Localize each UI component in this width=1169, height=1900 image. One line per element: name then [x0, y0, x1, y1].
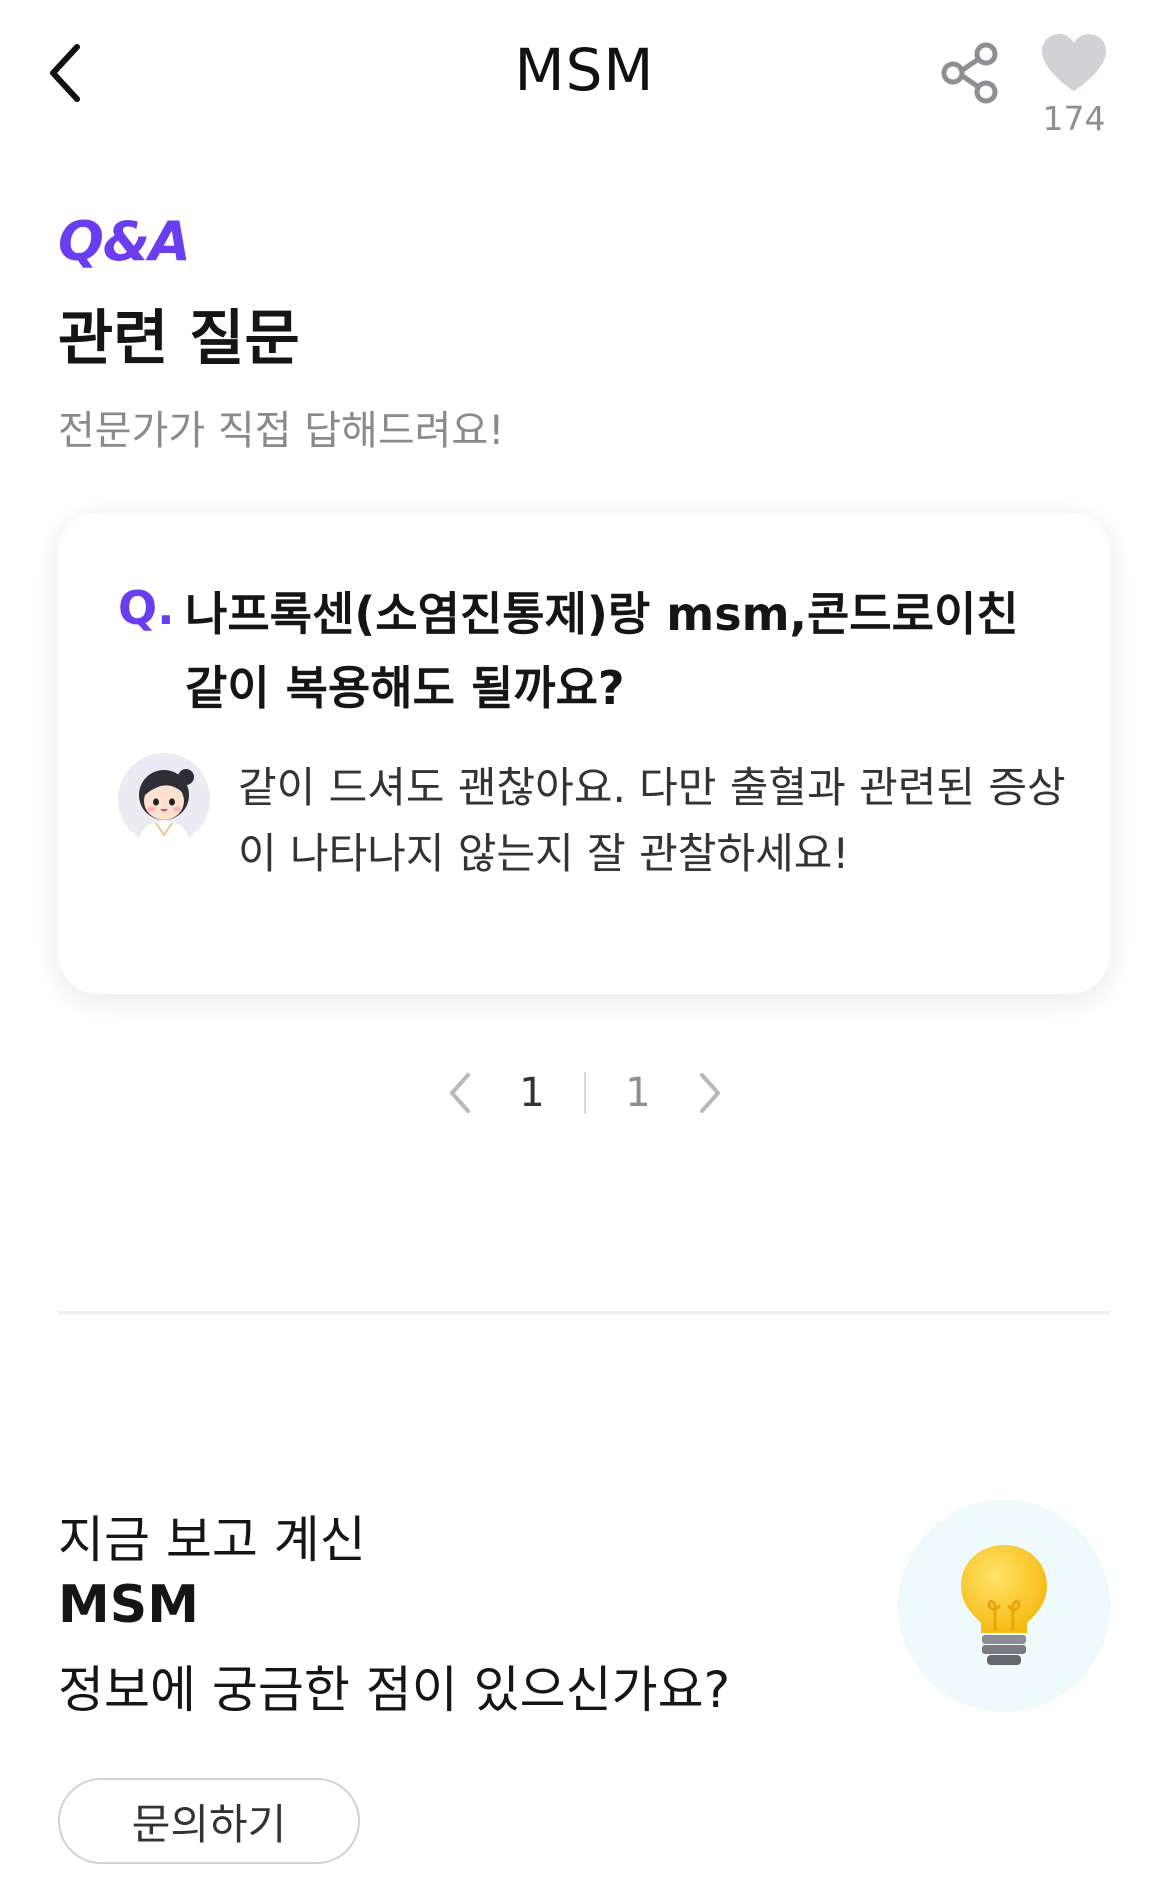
- expert-avatar: [118, 753, 210, 845]
- inquiry-button[interactable]: 문의하기: [58, 1778, 360, 1864]
- question-text: 나프록센(소염진통제)랑 msm,콘드로이친 같이 복용해도 될까요?: [185, 587, 1019, 715]
- pagination: 1 1: [440, 1063, 730, 1123]
- pager-next-button[interactable]: [690, 1063, 730, 1123]
- lightbulb-badge: [898, 1500, 1110, 1712]
- inquiry-product-name: MSM: [58, 1575, 199, 1635]
- qa-tag: Q&A: [58, 210, 191, 273]
- share-button[interactable]: [935, 38, 1005, 108]
- pager-total-pages: 1: [625, 1070, 651, 1116]
- question-mark: Q.: [118, 581, 175, 635]
- answer-text: 같이 드셔도 괜찮아요. 다만 출혈과 관련된 증상이 나타나지 않는지 잘 관…: [238, 763, 1066, 878]
- pager-prev-icon: [450, 1073, 470, 1113]
- section-divider: [58, 1311, 1110, 1314]
- question-card[interactable]: Q. 나프록센(소염진통제)랑 msm,콘드로이친 같이 복용해도 될까요? 같…: [58, 513, 1110, 994]
- pager-separator: [583, 1072, 586, 1114]
- pager-prev-button[interactable]: [440, 1063, 480, 1123]
- inquiry-line-3: 정보에 궁금한 점이 있으신가요?: [58, 1661, 731, 1719]
- inquiry-line-1: 지금 보고 계신: [58, 1511, 366, 1569]
- pager-current-page: 1: [519, 1070, 545, 1116]
- section-subtitle: 전문가가 직접 답해드려요!: [58, 408, 505, 454]
- heart-icon: [1042, 34, 1106, 91]
- like-count: 174: [1042, 99, 1106, 138]
- like-button[interactable]: 174: [1036, 33, 1112, 145]
- share-icon: [941, 42, 998, 104]
- pager-next-icon: [699, 1073, 720, 1113]
- lightbulb-icon: [961, 1545, 1047, 1665]
- section-title: 관련 질문: [58, 304, 300, 374]
